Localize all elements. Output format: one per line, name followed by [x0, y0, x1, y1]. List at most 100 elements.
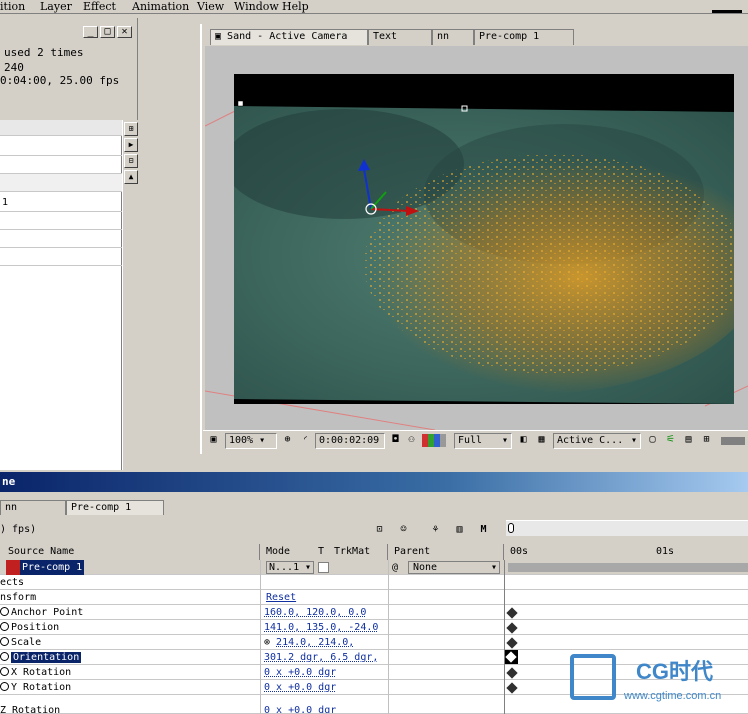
pickwhip-icon[interactable]: @	[392, 560, 404, 575]
timeline-icon[interactable]: ▤	[681, 433, 696, 448]
mask-icon[interactable]: ◜	[298, 433, 313, 448]
list-header[interactable]	[0, 120, 122, 136]
brand-text: CG时代	[636, 659, 714, 684]
view-options-icon[interactable]: ▢	[645, 433, 660, 448]
time-navigator[interactable]	[506, 520, 748, 536]
list-item[interactable]	[0, 156, 122, 174]
project-scrollbar[interactable]: ⊞ ▶ ⊟ ▲	[122, 120, 138, 470]
keyframe-icon[interactable]	[506, 622, 518, 634]
navigator-start-handle[interactable]	[508, 523, 514, 533]
menu-item-composition[interactable]: ition	[0, 0, 25, 13]
constrain-proportions-icon[interactable]: ⊚	[264, 637, 276, 648]
tab-text[interactable]: Text	[368, 29, 432, 45]
menu-item-window[interactable]: Window	[234, 0, 279, 13]
col-parent[interactable]: Parent	[388, 544, 504, 560]
project-list: 1	[0, 120, 122, 470]
pixel-aspect-icon[interactable]: ⚟	[663, 433, 678, 448]
maximize-icon[interactable]: □	[100, 26, 115, 38]
menu-item-effect[interactable]: Effect	[83, 0, 116, 13]
close-icon[interactable]: ✕	[117, 26, 132, 38]
play-icon[interactable]: ▶	[124, 138, 138, 152]
markers-icon[interactable]: M	[476, 523, 491, 538]
reset-link[interactable]: Reset	[266, 590, 296, 605]
property-value[interactable]: 141.0, 135.0, -24.0	[264, 620, 378, 635]
stopwatch-icon[interactable]	[0, 682, 9, 691]
parent-dropdown[interactable]: None ▾	[408, 561, 500, 574]
view-dropdown[interactable]: Active C... ▾	[553, 433, 641, 449]
frame-blending-icon[interactable]: ⚘	[428, 523, 443, 538]
keyframe-icon[interactable]	[506, 682, 518, 694]
corner-handle[interactable]	[237, 100, 244, 107]
comp-render[interactable]	[234, 74, 734, 404]
always-preview-icon[interactable]: ▣	[206, 433, 221, 448]
list-item[interactable]	[0, 248, 122, 266]
list-item[interactable]	[0, 230, 122, 248]
property-value[interactable]: 0 x +0.0 dgr	[264, 665, 336, 680]
transparency-grid-icon[interactable]: ▦	[534, 433, 549, 448]
mode-dropdown[interactable]: N...1 ▾	[266, 561, 314, 574]
chevron-down-icon: ▾	[490, 562, 497, 573]
position-row[interactable]: Position 141.0, 135.0, -24.0	[0, 620, 748, 635]
scale-row[interactable]: Scale ⊚ 214.0, 214.0,	[0, 635, 748, 650]
tab-pre-comp-1[interactable]: Pre-comp 1	[66, 500, 164, 515]
comp-flowchart-icon[interactable]: ⊡	[372, 523, 387, 538]
keyframe-icon[interactable]	[506, 607, 518, 619]
list-item[interactable]	[0, 212, 122, 230]
menu-item-animation[interactable]: Animation	[132, 0, 189, 13]
menu-item-view[interactable]: View	[197, 0, 224, 13]
menu-item-layer[interactable]: Layer	[40, 0, 72, 13]
layer-name[interactable]: Pre-comp 1	[20, 560, 84, 575]
resolution-dropdown[interactable]: Full ▾	[454, 433, 512, 449]
window-controls: _ □ ✕	[83, 26, 136, 40]
keyframe-icon[interactable]	[506, 637, 518, 649]
stopwatch-icon[interactable]	[0, 667, 9, 676]
flowchart-icon[interactable]: ⊞	[124, 122, 138, 136]
list-item[interactable]	[0, 138, 122, 156]
col-source-name[interactable]: Source Name	[0, 544, 260, 560]
trkmat-checkbox[interactable]	[318, 562, 329, 573]
keyframe-selected-icon[interactable]	[504, 650, 518, 664]
snapshot-icon[interactable]: ◘	[388, 433, 403, 448]
safe-zones-icon[interactable]: ⊕	[280, 433, 295, 448]
app-minimize-icon[interactable]	[712, 10, 742, 13]
anchor-point-row[interactable]: Anchor Point 160.0, 120.0, 0.0	[0, 605, 748, 620]
flowchart-icon[interactable]: ⊞	[699, 433, 714, 448]
usage-text: used 2 times	[4, 46, 84, 59]
property-value[interactable]: 301.2 dgr, 6.5 dgr,	[264, 650, 378, 665]
stopwatch-icon[interactable]	[0, 652, 9, 661]
shy-layers-icon[interactable]: ☺	[396, 523, 411, 538]
watermark: CG时代 www.cgtime.com.cn	[570, 650, 742, 710]
timecode-field[interactable]: 0:00:02:09	[315, 433, 385, 449]
tree-icon[interactable]: ⊟	[124, 154, 138, 168]
keyframe-icon[interactable]	[506, 667, 518, 679]
channels-icon[interactable]	[422, 434, 446, 447]
region-of-interest-icon[interactable]: ◧	[516, 433, 531, 448]
effects-row[interactable]: ects	[0, 575, 748, 590]
list-item[interactable]	[0, 174, 122, 192]
property-value[interactable]: 214.0, 214.0,	[276, 637, 354, 648]
property-value[interactable]: 160.0, 120.0, 0.0	[264, 605, 366, 620]
col-mode[interactable]: Mode T TrkMat	[260, 544, 388, 560]
property-value[interactable]: 0 x +0.0 dgr	[264, 703, 336, 713]
scroll-up-icon[interactable]: ▲	[124, 170, 138, 184]
menu-item-help[interactable]: Help	[282, 0, 309, 13]
time-ruler[interactable]: 00s 01s	[506, 544, 748, 560]
stopwatch-icon[interactable]	[0, 607, 9, 616]
show-snapshot-icon[interactable]: ⚇	[404, 433, 419, 448]
motion-blur-icon[interactable]: ▥	[452, 523, 467, 538]
minimize-icon[interactable]: _	[83, 26, 98, 38]
tab-pre-comp-1[interactable]: Pre-comp 1	[474, 29, 574, 45]
tab-sand-active-camera[interactable]: ▣ Sand - Active Camera	[210, 29, 368, 45]
tab-nn[interactable]: nn	[432, 29, 474, 45]
property-value[interactable]: 0 x +0.0 dgr	[264, 680, 336, 695]
chevron-down-icon: ▾	[259, 435, 266, 446]
tab-nn[interactable]: nn	[0, 500, 66, 515]
layer-duration-bar[interactable]	[508, 563, 748, 572]
transform-row[interactable]: nsform Reset	[0, 590, 748, 605]
stopwatch-icon[interactable]	[0, 637, 9, 646]
layer-row[interactable]: Pre-comp 1 N...1 ▾ @ None ▾	[0, 560, 748, 575]
exposure-slider[interactable]	[721, 437, 745, 445]
stopwatch-icon[interactable]	[0, 622, 9, 631]
zoom-dropdown[interactable]: 100% ▾	[225, 433, 277, 449]
list-item[interactable]: 1	[0, 194, 122, 212]
